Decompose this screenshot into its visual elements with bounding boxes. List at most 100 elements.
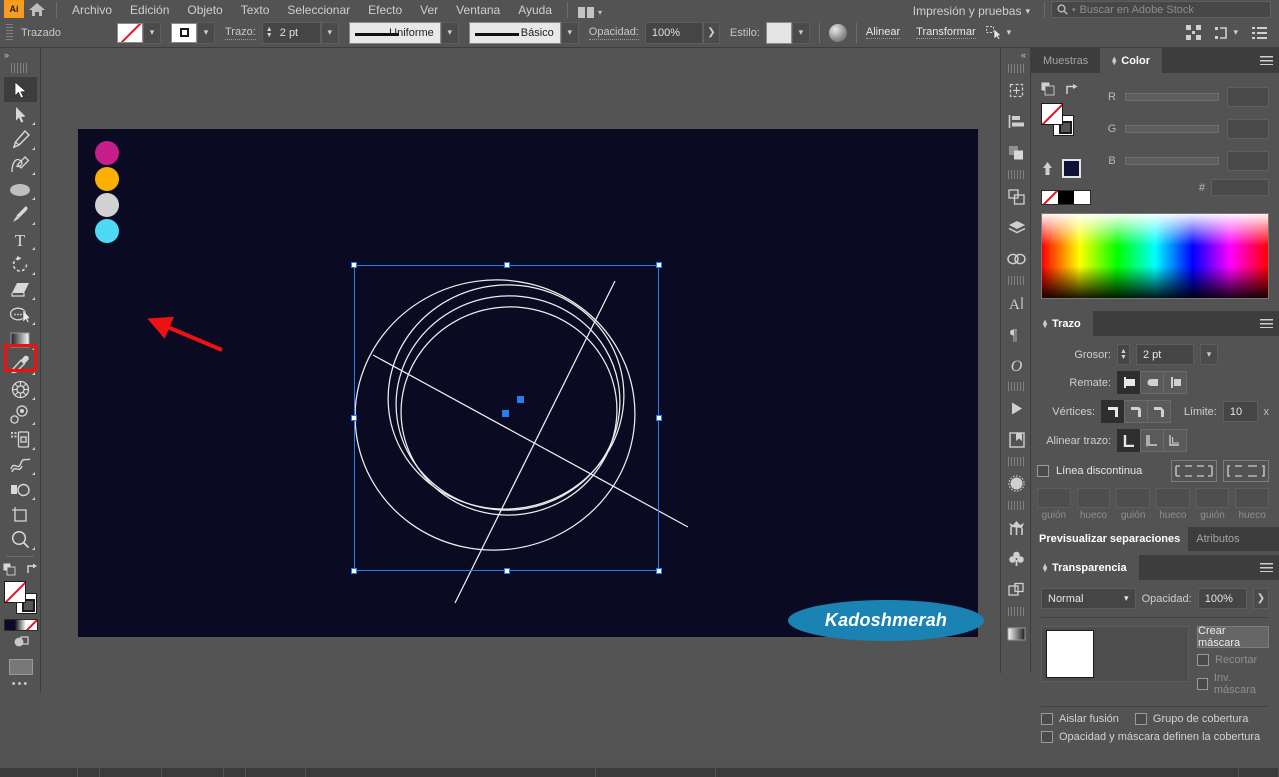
dock-grip-5[interactable] — [1007, 457, 1024, 466]
handle-top-center[interactable] — [504, 262, 510, 268]
recolor-artwork-icon[interactable] — [828, 23, 847, 42]
dash-input-6[interactable] — [1235, 488, 1270, 508]
artboard-number[interactable] — [162, 768, 224, 777]
default-fill-stroke-icon[interactable] — [2, 562, 16, 576]
bevel-join-button[interactable] — [1147, 400, 1172, 423]
handle-middle-left[interactable] — [351, 415, 357, 421]
color-button[interactable] — [4, 620, 16, 630]
brush-definition-select[interactable]: Básico — [468, 21, 561, 44]
symbol-sprayer-tool[interactable] — [4, 402, 37, 427]
pen-tool[interactable] — [4, 127, 37, 152]
stroke-profile-dropdown[interactable]: ▾ — [440, 21, 459, 44]
stroke-weight-dropdown[interactable]: ▾ — [320, 21, 339, 44]
distribute-icon[interactable] — [1186, 25, 1202, 40]
stroke-panel-menu-icon[interactable] — [1253, 311, 1279, 336]
fill-color-box[interactable] — [3, 581, 26, 603]
artboard-last[interactable] — [246, 768, 306, 777]
value-r[interactable] — [1227, 87, 1269, 107]
dash-input-1[interactable] — [1037, 488, 1071, 508]
round-join-button[interactable] — [1124, 400, 1149, 423]
dash-preserve-exact-button[interactable] — [1171, 460, 1217, 482]
color-spectrum-ramp[interactable] — [1041, 213, 1269, 299]
swap-fill-stroke-icon[interactable] — [26, 563, 39, 575]
layers-panel-icon[interactable] — [1001, 212, 1032, 243]
fill-dropdown-button[interactable]: ▾ — [143, 21, 161, 44]
grosor-value[interactable]: 2 pt — [1136, 344, 1194, 365]
crear-mascara-button[interactable]: Crear máscara — [1197, 625, 1269, 649]
transparency-thumbnail-box[interactable] — [1041, 626, 1189, 682]
align-inside-button[interactable] — [1140, 429, 1164, 452]
eyedropper-tool[interactable] — [4, 352, 37, 377]
document-setup-icon[interactable] — [1252, 26, 1267, 39]
selection-tool[interactable] — [3, 77, 37, 102]
opacity-label[interactable]: Opacidad: — [588, 26, 639, 40]
menu-texto[interactable]: Texto — [232, 2, 279, 18]
paragraph-panel-icon[interactable]: ¶ — [1001, 318, 1032, 349]
document-canvas[interactable]: Kadoshmerah — [41, 48, 1000, 760]
tools-panel-grip[interactable] — [11, 63, 29, 73]
transparency-panel-menu-icon[interactable] — [1253, 555, 1279, 580]
grosor-stepper[interactable]: ▲ ▼ — [1117, 344, 1130, 365]
graphic-style-dropdown[interactable]: ▾ — [791, 21, 810, 44]
menu-objeto[interactable]: Objeto — [178, 2, 231, 18]
dock-grip-7[interactable] — [1007, 607, 1024, 616]
brushes-panel-icon[interactable] — [1001, 468, 1032, 499]
blend-tool[interactable] — [4, 377, 37, 402]
handle-bottom-right[interactable] — [656, 568, 662, 574]
fill-stroke-proxy[interactable] — [1041, 103, 1075, 137]
quick-swatch-strip[interactable] — [1041, 190, 1091, 205]
transparency-thumbnail[interactable] — [1046, 630, 1094, 678]
select-similar-objects-icon[interactable]: ▾ — [985, 25, 1011, 40]
color-mode-buttons[interactable] — [3, 619, 38, 631]
glyphs-panel-icon[interactable]: O — [1001, 349, 1032, 380]
fill-swatch[interactable] — [117, 22, 143, 43]
last-color-icon[interactable] — [1041, 161, 1054, 176]
workspace-switcher[interactable]: Impresión y pruebas ▾ — [905, 4, 1038, 18]
arrange-documents-icon[interactable]: ▾ — [574, 7, 606, 18]
anchor-point-center[interactable] — [502, 410, 509, 417]
stroke-weight-field[interactable]: ▲ ▼ 2 pt — [261, 21, 321, 44]
gradient-tool[interactable] — [4, 327, 37, 352]
screen-mode-icon[interactable] — [8, 659, 33, 675]
handle-middle-right[interactable] — [656, 415, 662, 421]
stock-search-input[interactable]: ▾ Buscar en Adobe Stock — [1051, 1, 1271, 18]
inv-mascara-checkbox[interactable] — [1197, 678, 1208, 690]
menu-archivo[interactable]: Archivo — [63, 2, 121, 18]
value-g[interactable] — [1227, 119, 1269, 139]
arrange-icon[interactable]: ▾ — [1215, 26, 1238, 40]
handle-bottom-center[interactable] — [504, 568, 510, 574]
stroke-weight-stepper[interactable]: ▲ ▼ — [263, 26, 276, 39]
stroke-profile-select[interactable]: Uniforme — [348, 21, 441, 44]
swatch-gray[interactable] — [95, 193, 119, 217]
dash-input-2[interactable] — [1076, 488, 1111, 508]
handle-bottom-left[interactable] — [351, 568, 357, 574]
shaper-tool[interactable] — [4, 302, 37, 327]
swatch-cyan[interactable] — [95, 219, 119, 243]
artboard-tool[interactable] — [4, 502, 37, 527]
dock-grip-3[interactable] — [1007, 276, 1024, 285]
tab-color[interactable]: ▴ ▾ Color — [1100, 48, 1162, 73]
swatches-panel-icon[interactable] — [1001, 543, 1032, 574]
kadoshmerah-label[interactable]: Kadoshmerah — [788, 600, 984, 641]
pathfinder-panel-icon[interactable] — [1001, 137, 1032, 168]
anchor-point-secondary[interactable] — [517, 396, 524, 403]
handle-top-left[interactable] — [351, 262, 357, 268]
menu-ayuda[interactable]: Ayuda — [509, 2, 561, 18]
swatch-white[interactable] — [1074, 191, 1090, 204]
type-tool[interactable]: T — [4, 227, 37, 252]
dash-input-3[interactable] — [1116, 488, 1151, 508]
round-cap-button[interactable] — [1140, 371, 1164, 394]
opacity-flyout-button[interactable]: ❯ — [702, 21, 720, 44]
shape-builder-tool[interactable] — [4, 477, 37, 502]
transform-button[interactable]: Transformar — [916, 26, 976, 39]
artboard[interactable]: Kadoshmerah — [78, 129, 984, 641]
menu-efecto[interactable]: Efecto — [359, 2, 411, 18]
tab-transparencia[interactable]: ▴ ▾ Transparencia — [1031, 555, 1139, 580]
grosor-dropdown[interactable]: ▾ — [1200, 344, 1218, 365]
transparency-opacity-flyout[interactable]: ❯ — [1252, 588, 1269, 609]
selection-bounding-box[interactable] — [351, 262, 662, 574]
stroke-swatch[interactable] — [171, 22, 197, 43]
fill-and-stroke-icon[interactable] — [1041, 82, 1055, 96]
dock-grip-4[interactable] — [1007, 382, 1024, 391]
zoom-level-field[interactable] — [0, 768, 78, 777]
